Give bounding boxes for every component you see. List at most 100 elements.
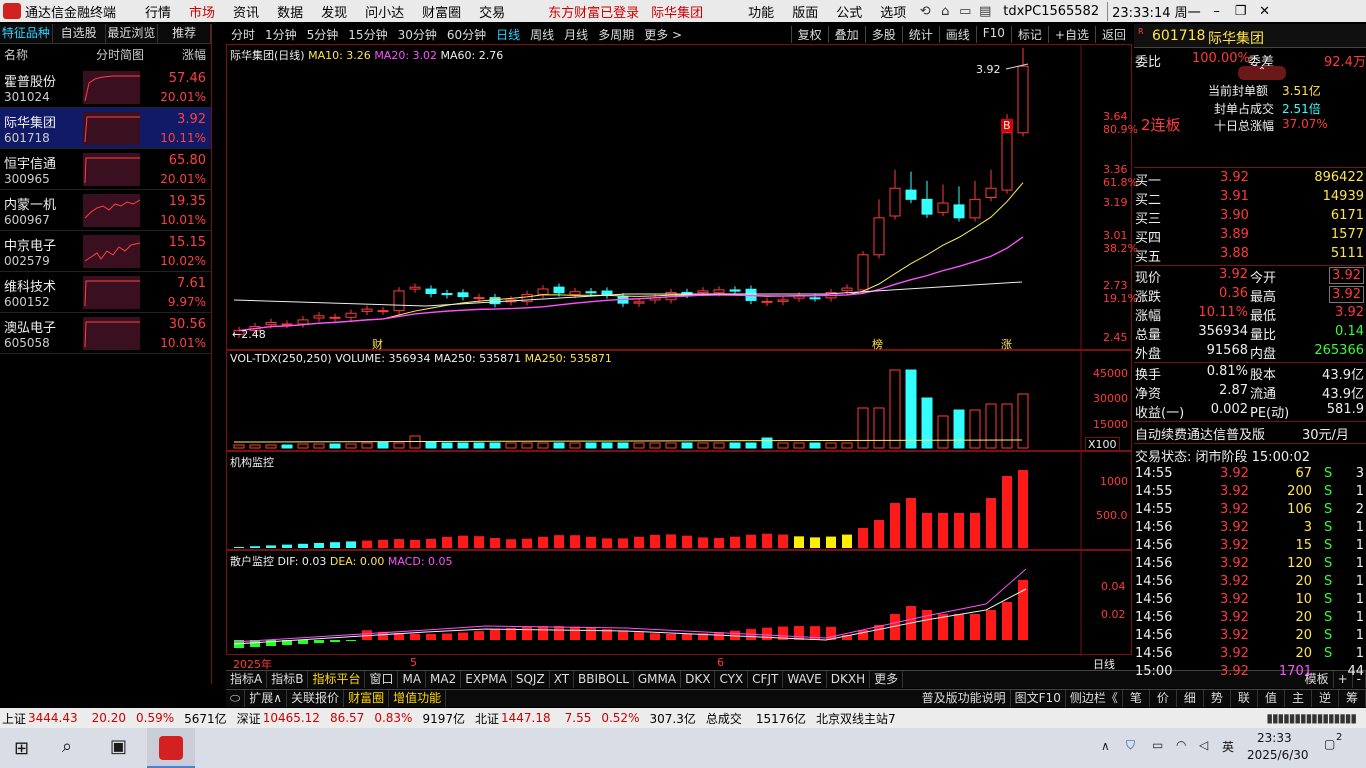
header-name[interactable]: 名称 [0, 46, 80, 66]
menu-discover[interactable]: 发现 [312, 2, 356, 21]
stock-row[interactable]: 澳弘电子 605058 30.56 10.01% [0, 313, 211, 354]
toggle-switch-icon[interactable]: ⬭ [226, 690, 246, 707]
right-tool-tab[interactable]: 势 [1204, 690, 1231, 707]
ime-indicator[interactable]: 英 [1222, 738, 1234, 755]
menu-function[interactable]: 功能 [739, 2, 783, 21]
indicator-tab[interactable]: MA [398, 671, 427, 688]
btn-mark[interactable]: 标记 [1010, 25, 1048, 43]
network-icon[interactable]: ▭ [1152, 738, 1163, 752]
btn-back[interactable]: 返回 [1094, 25, 1132, 43]
tab-recommend[interactable]: 推荐 [158, 24, 211, 43]
btn-overlay[interactable]: 叠加 [827, 25, 865, 43]
menu-ask[interactable]: 问小达 [356, 2, 413, 21]
btn-stats[interactable]: 统计 [901, 25, 939, 43]
right-tool-tab[interactable]: 侧边栏《 [1066, 690, 1123, 707]
menu-trade[interactable]: 交易 [470, 2, 514, 21]
sz-label[interactable]: 深证 [237, 710, 261, 727]
indicator-tab[interactable]: 窗口 [365, 671, 399, 688]
wifi-icon[interactable]: ◠ [1176, 738, 1186, 752]
right-tool-tab[interactable]: 价 [1150, 690, 1177, 707]
stock-row[interactable]: 中京电子 002579 15.15 10.02% [0, 231, 211, 272]
stock-row[interactable]: 霍普股份 301024 57.46 20.01% [0, 67, 211, 108]
period-15min[interactable]: 15分钟 [343, 26, 392, 43]
indicator-tab[interactable]: 指标A [226, 671, 268, 688]
indicator-tab[interactable]: BBIBOLL [574, 671, 634, 688]
period-intraday[interactable]: 分时 [226, 26, 260, 43]
tdx-taskbar-button[interactable] [147, 728, 195, 768]
right-tool-tab[interactable]: 笔 [1123, 690, 1150, 707]
login-stock[interactable]: 际华集团 [645, 2, 709, 21]
close-icon[interactable]: ✕ [1253, 4, 1277, 19]
shield-icon[interactable]: ⛉ [1126, 738, 1135, 753]
indicator-tab[interactable]: MA2 [426, 671, 462, 688]
tab-recent[interactable]: 最近浏览 [106, 24, 159, 43]
btn-adjust[interactable]: 复权 [790, 25, 828, 43]
header-spark[interactable]: 分时简图 [80, 46, 160, 66]
event-marker-bang[interactable]: 榜 [872, 336, 883, 352]
taskbar-time[interactable]: 23:33 [1257, 731, 1292, 745]
tray-chevron-icon[interactable]: ∧ [1101, 739, 1110, 753]
header-pct[interactable]: 涨幅 [160, 46, 211, 66]
btn-f10[interactable]: F10 [975, 25, 1011, 43]
notification-icon[interactable]: ▢ [1324, 737, 1335, 751]
refresh-icon[interactable]: ⟲ [915, 4, 935, 19]
indicator-tab[interactable]: EXPMA [461, 671, 512, 688]
menu-options[interactable]: 选项 [871, 2, 915, 21]
monitor-icon[interactable]: ▤ [975, 4, 995, 19]
period-multi[interactable]: 多周期 [593, 26, 639, 43]
server-name[interactable]: 北京双线主站7 [816, 710, 896, 727]
buy-marker[interactable]: B [1001, 119, 1013, 132]
period-60min[interactable]: 60分钟 [442, 26, 491, 43]
sh-label[interactable]: 上证 [2, 710, 26, 727]
indicator-tab[interactable]: SQJZ [512, 671, 550, 688]
windows-start-icon[interactable]: ⊞ [14, 738, 29, 759]
period-30min[interactable]: 30分钟 [393, 26, 442, 43]
indicator-tab[interactable]: 更多 [870, 671, 904, 688]
right-tool-tab[interactable]: 图文F10 [1011, 690, 1066, 707]
taskbar-date[interactable]: 2025/6/30 [1247, 748, 1309, 762]
right-tool-tab[interactable]: 筹 [1339, 690, 1366, 707]
menu-layout[interactable]: 版面 [783, 2, 827, 21]
indicator-tab[interactable]: DKXH [827, 671, 871, 688]
period-5min[interactable]: 5分钟 [302, 26, 344, 43]
period-weekly[interactable]: 周线 [525, 26, 559, 43]
right-tool-tab[interactable]: 逆 [1312, 690, 1339, 707]
indicator-tab[interactable]: WAVE [783, 671, 827, 688]
indicator-tab[interactable]: CFJT [748, 671, 784, 688]
login-status[interactable]: 东方财富已登录 [542, 2, 645, 21]
indicator-tab[interactable]: GMMA [634, 671, 682, 688]
period-1min[interactable]: 1分钟 [260, 26, 302, 43]
menu-quotes[interactable]: 行情 [136, 2, 180, 21]
menu-data[interactable]: 数据 [268, 2, 312, 21]
indicator-tab[interactable]: CYX [715, 671, 749, 688]
period-monthly[interactable]: 月线 [559, 26, 593, 43]
extension-tab[interactable]: 财富圈 [344, 690, 390, 707]
menu-news[interactable]: 资讯 [224, 2, 268, 21]
tab-watchlist[interactable]: 自选股 [53, 24, 106, 43]
volume-icon[interactable]: ◁ [1199, 738, 1208, 752]
event-marker-cai[interactable]: 财 [372, 336, 383, 352]
right-tool-tab[interactable]: 联 [1231, 690, 1258, 707]
indicator-tab[interactable]: 指标平台 [308, 671, 366, 688]
indicator-tab[interactable]: DKX [681, 671, 716, 688]
stock-row[interactable]: 维科技术 600152 7.61 9.97% [0, 272, 211, 313]
task-view-icon[interactable]: ▣ [110, 736, 127, 757]
right-tool-tab[interactable]: 细 [1177, 690, 1204, 707]
period-more[interactable]: 更多 > [639, 26, 687, 43]
right-tool-tab[interactable]: 值 [1258, 690, 1285, 707]
collapse-chevron-icon[interactable]: ⌃ [1238, 66, 1286, 80]
extension-tab[interactable]: 增值功能 [389, 690, 447, 707]
search-icon[interactable]: ⌕ [62, 736, 72, 757]
menu-wealth[interactable]: 财富圈 [413, 2, 470, 21]
keyboard-icon[interactable]: ▭ [955, 4, 975, 19]
indicator-tab[interactable]: 指标B [267, 671, 309, 688]
indicator-tab[interactable]: XT [550, 671, 575, 688]
btn-add-watch[interactable]: +自选 [1047, 25, 1095, 43]
stock-row[interactable]: 恒宇信通 300965 65.80 20.01% [0, 149, 211, 190]
bz-label[interactable]: 北证 [475, 710, 499, 727]
extension-tab[interactable]: 关联报价 [287, 690, 345, 707]
menu-market[interactable]: 市场 [180, 2, 224, 21]
event-marker-zhang[interactable]: 涨 [1001, 336, 1012, 352]
maximize-icon[interactable]: ❐ [1229, 4, 1253, 19]
tab-featured[interactable]: 特征品种 [0, 24, 53, 43]
